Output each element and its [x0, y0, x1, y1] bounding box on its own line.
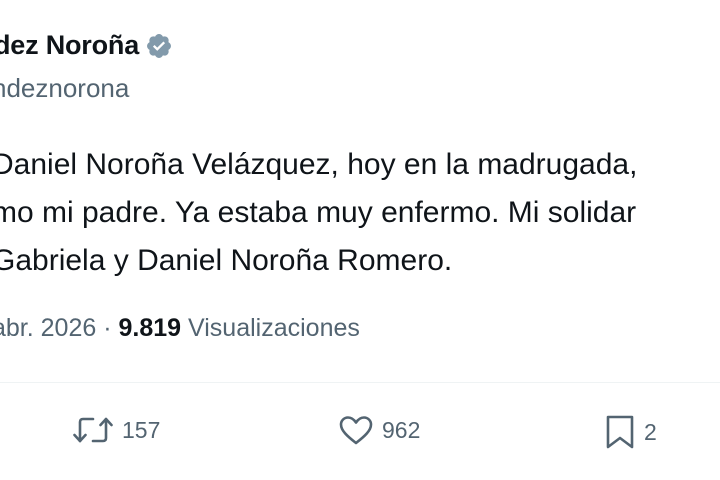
tweet-line: Daniel Noroña Velázquez, hoy en la madru…: [0, 148, 638, 181]
tweet-date[interactable]: abr. 2026: [0, 314, 96, 342]
tweet-text: Daniel Noroña Velázquez, hoy en la madru…: [0, 141, 637, 285]
tweet-line: mo mi padre. Ya estaba muy enfermo. Mi s…: [0, 196, 637, 229]
views-count: 9.819: [118, 314, 182, 342]
tweet-meta: abr. 2026 · 9.819 Visualizaciones: [0, 314, 360, 343]
like-count: 962: [382, 416, 421, 443]
bookmark-button[interactable]: 2: [604, 414, 657, 450]
bookmark-count: 2: [644, 418, 657, 445]
verified-badge-icon: [147, 33, 171, 58]
author-display-name[interactable]: dez Noroña: [0, 30, 139, 61]
like-button[interactable]: 962: [338, 414, 420, 446]
retweet-icon: [73, 417, 113, 443]
tweet-line: Gabriela y Daniel Noroña Romero.: [0, 244, 453, 277]
views-label: Visualizaciones: [188, 314, 360, 342]
retweet-count: 157: [122, 416, 161, 443]
author-handle[interactable]: ndeznorona: [0, 73, 129, 104]
bookmark-icon: [606, 415, 634, 449]
divider: [0, 382, 720, 383]
author-name-row[interactable]: dez Noroña: [0, 30, 173, 61]
heart-icon: [339, 416, 373, 445]
meta-separator: ·: [103, 314, 112, 342]
retweet-button[interactable]: 157: [72, 414, 160, 446]
